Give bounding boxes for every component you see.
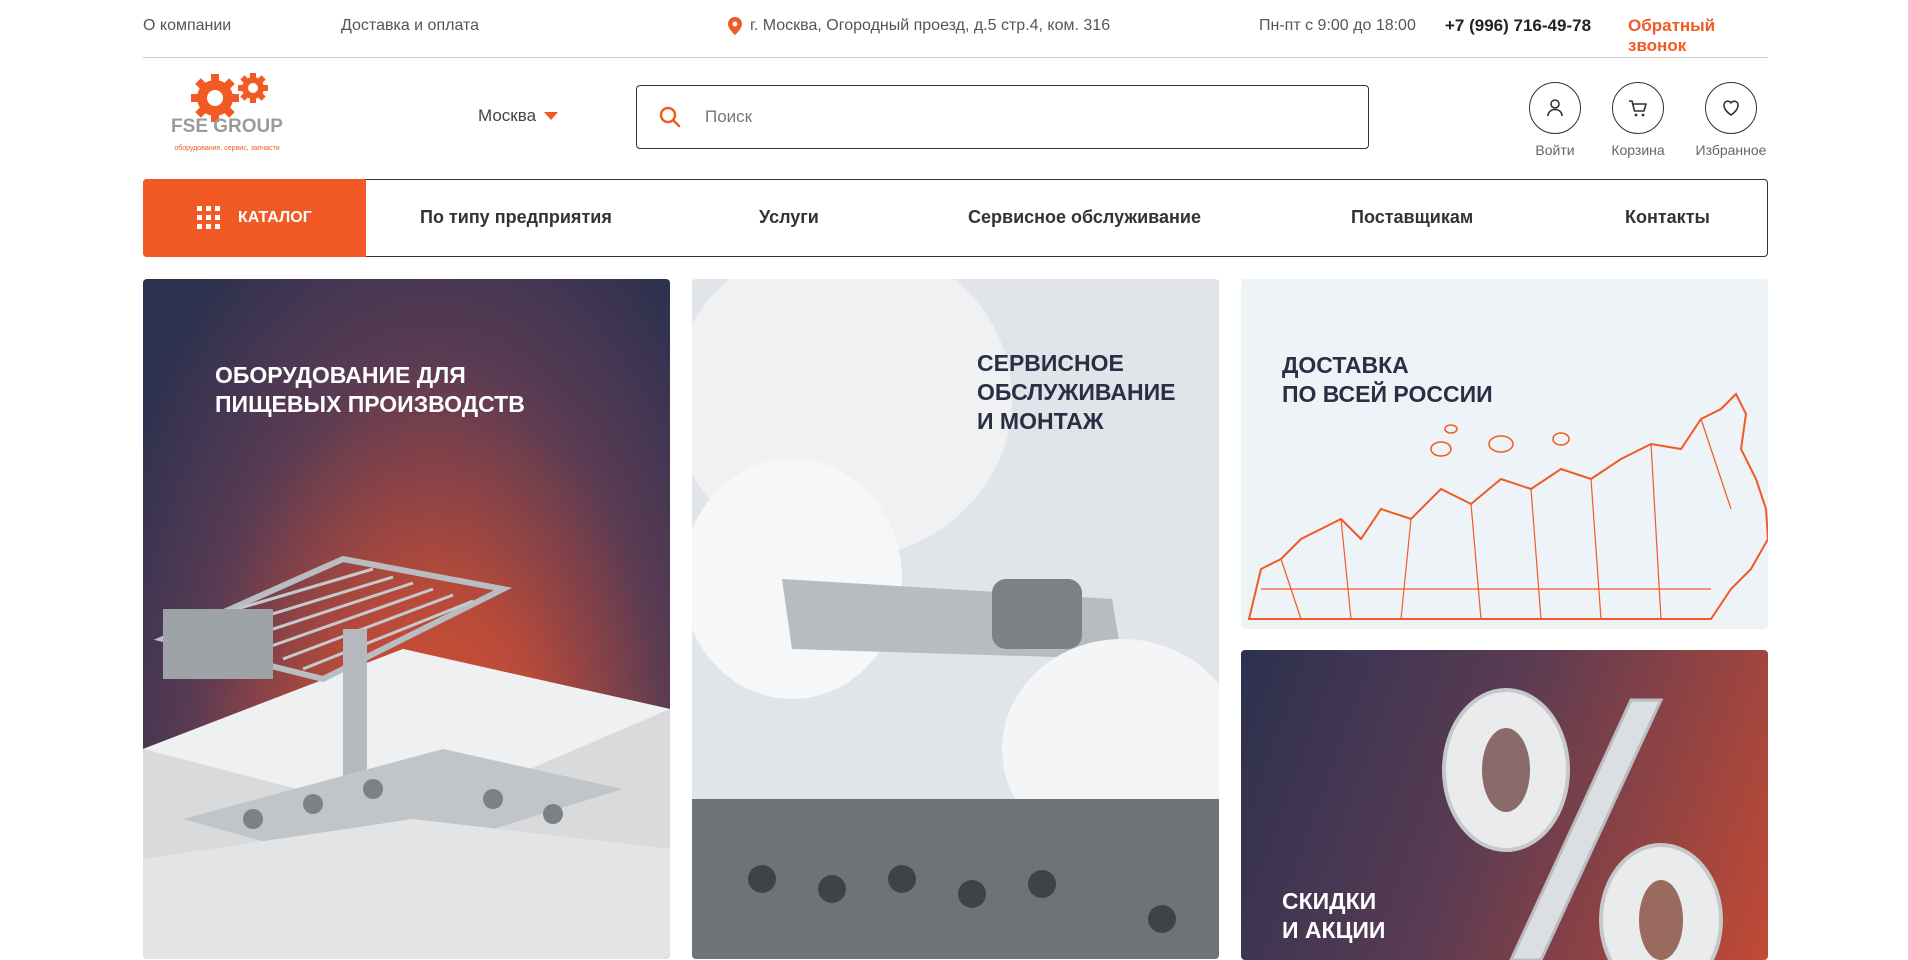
cart-label: Корзина <box>1611 142 1665 158</box>
chevron-down-icon <box>544 112 559 120</box>
header: FSE GROUP оборудование, сервис, запчасти… <box>143 58 1768 178</box>
favorites-button[interactable]: Избранное <box>1695 82 1767 158</box>
top-bar: О компании Доставка и оплата г. Москва, … <box>143 0 1768 58</box>
city-selector[interactable]: Москва <box>478 106 559 126</box>
logo-tagline: оборудование, сервис, запчасти <box>174 144 279 152</box>
banner-food-equipment[interactable]: ОБОРУДОВАНИЕ ДЛЯ ПИЩЕВЫХ ПРОИЗВОДСТВ <box>143 279 670 959</box>
user-icon <box>1547 99 1563 117</box>
search-input[interactable] <box>705 107 1305 127</box>
search-icon[interactable] <box>659 106 681 128</box>
login-button[interactable]: Войти <box>1523 82 1587 158</box>
login-label: Войти <box>1535 142 1575 158</box>
nav-item-enterprise-type[interactable]: По типу предприятия <box>420 207 612 228</box>
kitchen-equipment-image <box>143 555 670 959</box>
banner-sales[interactable]: СКИДКИ И АКЦИИ <box>1241 650 1768 960</box>
banner-food-title: ОБОРУДОВАНИЕ ДЛЯ ПИЩЕВЫХ ПРОИЗВОДСТВ <box>215 362 525 417</box>
address: г. Москва, Огородный проезд, д.5 стр.4, … <box>728 17 1110 35</box>
about-link[interactable]: О компании <box>143 17 231 35</box>
cart-icon <box>1629 100 1647 117</box>
logo-text: FSE GROUP <box>171 116 283 137</box>
nav-item-maintenance[interactable]: Сервисное обслуживание <box>968 207 1201 228</box>
cart-button[interactable]: Корзина <box>1606 82 1670 158</box>
search-box <box>636 85 1369 149</box>
favorites-label: Избранное <box>1695 142 1767 158</box>
nav-item-services[interactable]: Услуги <box>759 207 819 228</box>
delivery-payment-link[interactable]: Доставка и оплата <box>341 17 479 35</box>
nav-item-contacts[interactable]: Контакты <box>1625 207 1710 228</box>
heart-icon <box>1723 100 1739 116</box>
address-text: г. Москва, Огородный проезд, д.5 стр.4, … <box>750 17 1111 34</box>
banner-sales-title: СКИДКИ И АКЦИИ <box>1282 888 1386 943</box>
catalog-label: КАТАЛОГ <box>238 208 312 226</box>
nav-item-suppliers[interactable]: Поставщикам <box>1351 207 1473 228</box>
grid-icon <box>197 206 220 229</box>
main-nav: КАТАЛОГ По типу предприятия Услуги Серви… <box>143 178 1768 257</box>
working-hours: Пн-пт с 9:00 до 18:00 <box>1259 17 1416 34</box>
phone-link[interactable]: +7 (996) 716-49-78 <box>1445 16 1591 36</box>
catalog-button[interactable]: КАТАЛОГ <box>143 178 366 257</box>
callback-link[interactable]: Обратный звонок <box>1628 16 1768 56</box>
location-pin-icon <box>728 17 742 35</box>
russia-map-image <box>1247 392 1768 620</box>
banner-service[interactable]: СЕРВИСНОЕ ОБСЛУЖИВАНИЕ И МОНТАЖ <box>692 279 1219 959</box>
percent-sign-image <box>1442 688 1723 960</box>
city-label: Москва <box>478 106 537 125</box>
banner-delivery[interactable]: ДОСТАВКА ПО ВСЕЙ РОССИИ <box>1241 279 1768 629</box>
logo[interactable]: FSE GROUP оборудование, сервис, запчасти <box>157 70 297 162</box>
banner-service-title: СЕРВИСНОЕ ОБСЛУЖИВАНИЕ И МОНТАЖ <box>977 350 1176 434</box>
